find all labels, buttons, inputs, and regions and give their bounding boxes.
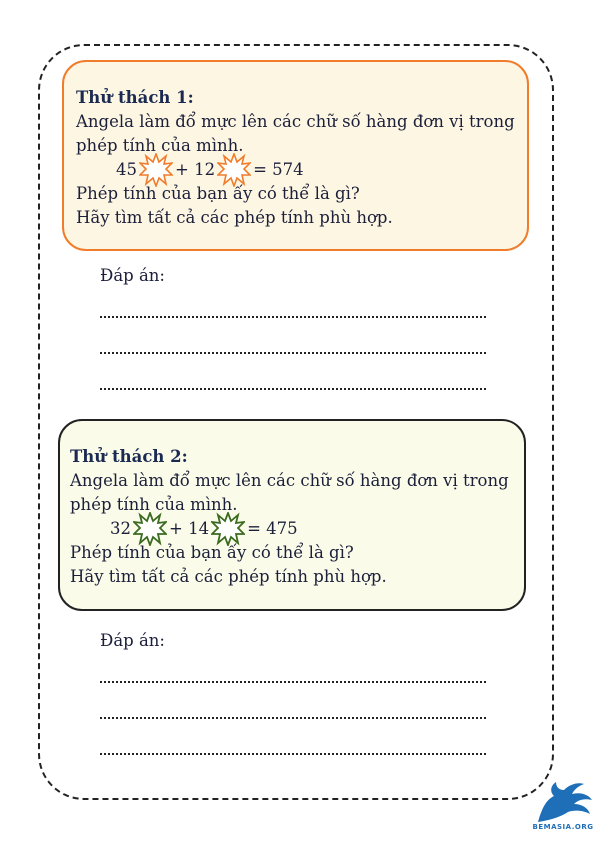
- challenge-1-equation: 45 + 12 = 574: [76, 153, 527, 187]
- challenge-2-title: Thử thách 2:: [70, 447, 188, 466]
- challenge-2-line-3: Phép tính của bạn ấy có thể là gì?: [70, 543, 354, 562]
- logo-text: BEMASIA.ORG: [532, 823, 594, 831]
- answer-line-2b[interactable]: [100, 715, 486, 719]
- answer-line-1b[interactable]: [100, 350, 486, 354]
- challenge-1-title: Thử thách 1:: [76, 88, 194, 107]
- challenge-2-equation: 32 + 14 = 475: [70, 512, 524, 546]
- equation-term-a: 32: [110, 519, 131, 538]
- equation-term-a: 45: [116, 160, 137, 179]
- answer-line-2a[interactable]: [100, 679, 486, 683]
- challenge-2-card: Thử thách 2: Angela làm đổ mực lên các c…: [58, 419, 526, 611]
- challenge-1-line-4: Hãy tìm tất cả các phép tính phù hợp.: [76, 208, 393, 227]
- challenge-2-line-4: Hãy tìm tất cả các phép tính phù hợp.: [70, 567, 387, 586]
- equation-result: = 574: [253, 160, 304, 179]
- answer-label-2: Đáp án:: [100, 631, 165, 650]
- answer-label-1: Đáp án:: [100, 266, 165, 285]
- challenge-2-line-1: Angela làm đổ mực lên các chữ số hàng đơ…: [70, 471, 509, 490]
- challenge-1-card: Thử thách 1: Angela làm đổ mực lên các c…: [62, 60, 529, 251]
- bemasia-logo: BEMASIA.ORG: [532, 778, 594, 834]
- bird-logo-icon: [538, 782, 592, 822]
- challenge-1-line-1: Angela làm đổ mực lên các chữ số hàng đơ…: [76, 112, 515, 131]
- answer-line-2c[interactable]: [100, 751, 486, 755]
- challenge-1-line-3: Phép tính của bạn ấy có thể là gì?: [76, 184, 360, 203]
- answer-line-1c[interactable]: [100, 386, 486, 390]
- equation-term-b: + 12: [175, 160, 216, 179]
- equation-term-b: + 14: [169, 519, 210, 538]
- answer-line-1a[interactable]: [100, 314, 486, 318]
- equation-result: = 475: [247, 519, 298, 538]
